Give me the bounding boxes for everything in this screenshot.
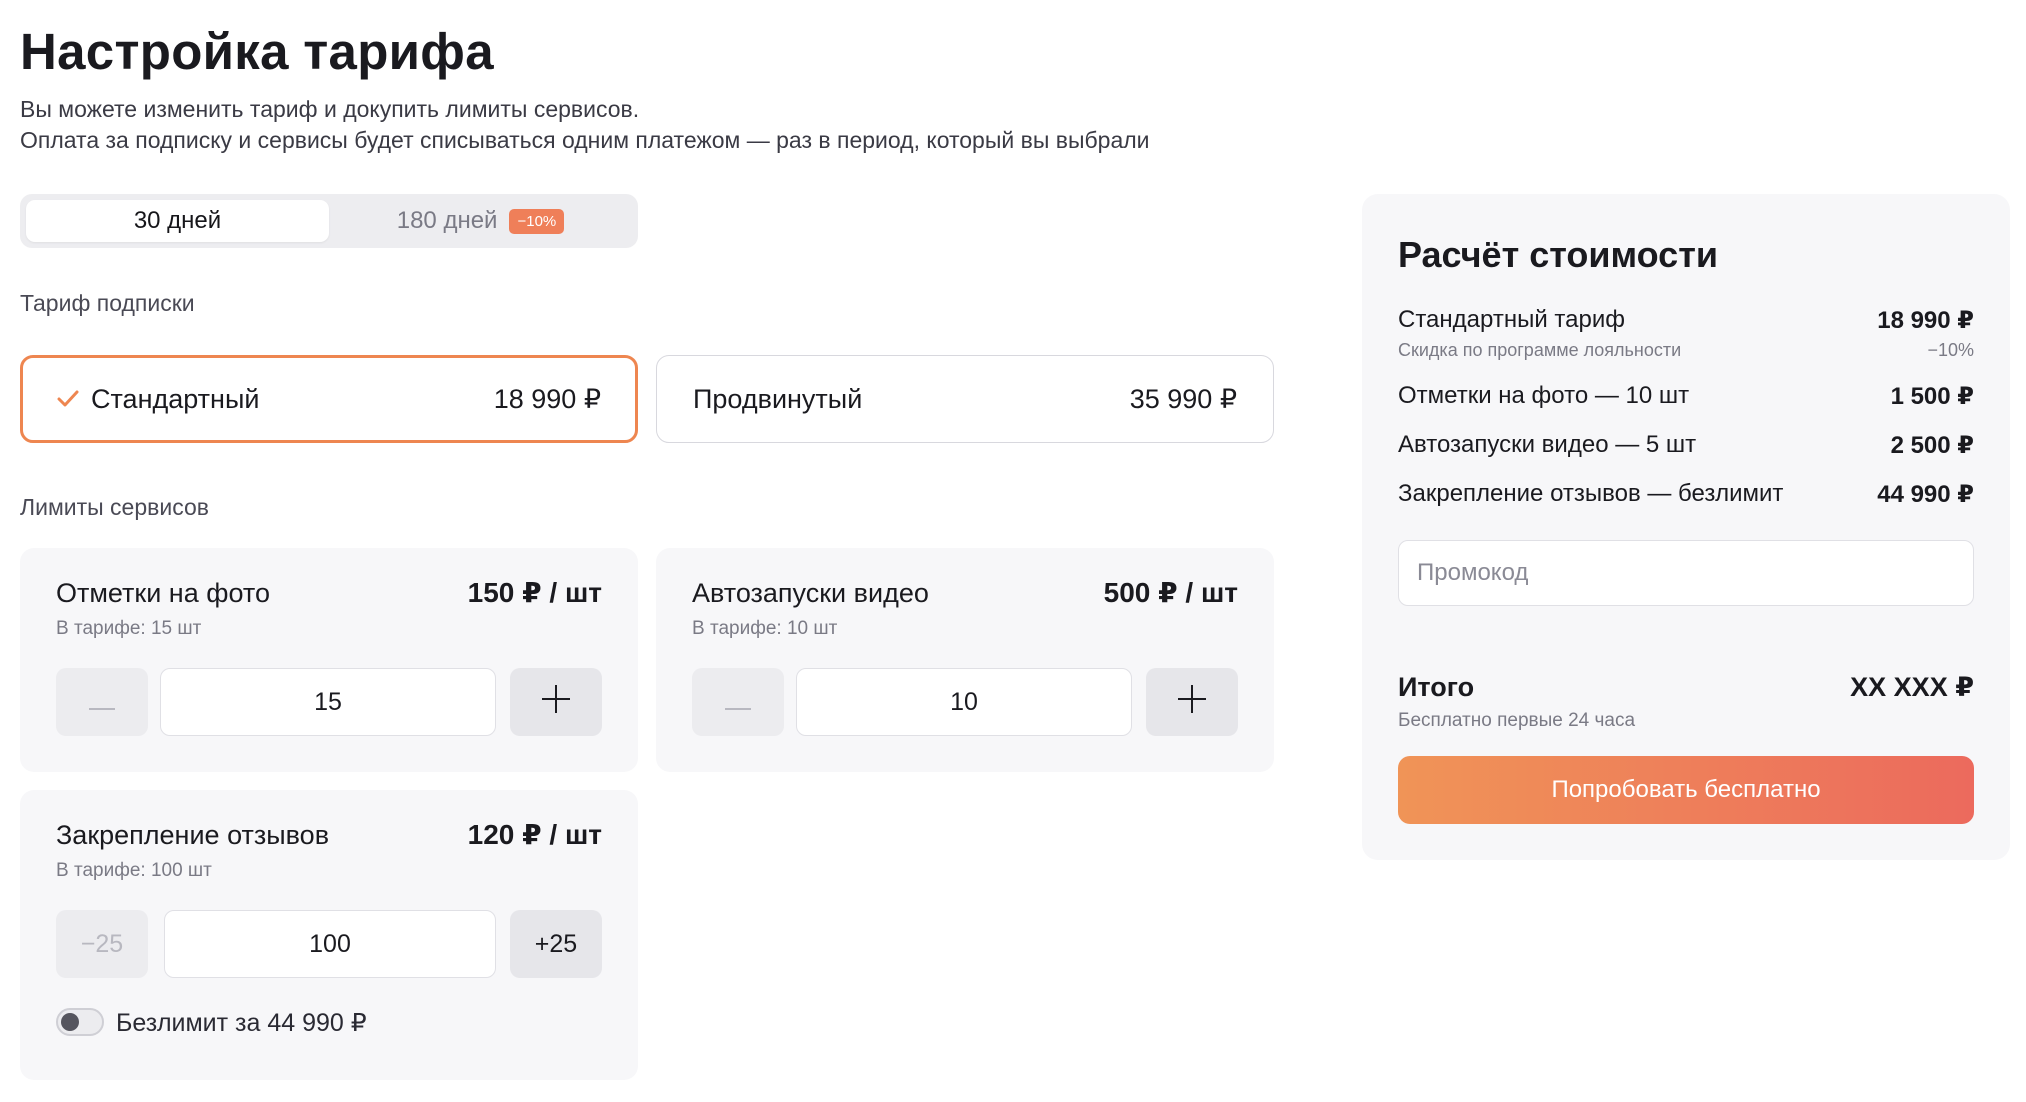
summary-title: Расчёт стоимости: [1398, 234, 1718, 275]
service-price: 500 ₽ / шт: [1103, 577, 1238, 608]
summary-row-value: 2 500 ₽: [1890, 432, 1974, 459]
plus-icon: [542, 684, 570, 720]
tariff-settings-page: Настройка тарифа Вы можете изменить тари…: [0, 0, 2026, 1102]
period-tab-180-days[interactable]: 180 дней −10%: [329, 200, 632, 242]
increment-button[interactable]: [510, 668, 602, 736]
quantity-input[interactable]: 15: [160, 668, 496, 736]
total-label: Итого: [1398, 672, 1475, 702]
period-tab-30-days[interactable]: 30 дней: [26, 200, 329, 242]
period-tab-180-label: 180 дней: [396, 207, 498, 234]
plus-icon: [1178, 684, 1206, 720]
period-switch: 30 дней 180 дней −10%: [20, 194, 638, 248]
summary-row-video-autostarts: Автозапуски видео — 5 шт 2 500 ₽: [1398, 431, 1974, 460]
subtitle-line-1: Вы можете изменить тариф и докупить лими…: [20, 96, 640, 122]
service-price: 150 ₽ / шт: [467, 577, 602, 608]
services-section-label: Лимиты сервисов: [20, 494, 209, 520]
quantity-input[interactable]: 10: [796, 668, 1132, 736]
page-title: Настройка тарифа: [20, 23, 494, 80]
increment-button[interactable]: [1146, 668, 1238, 736]
toggle-knob: [61, 1013, 79, 1031]
summary-row-label: Стандартный тариф: [1398, 306, 1625, 333]
service-price: 120 ₽ / шт: [467, 819, 602, 850]
plan-name: Продвинутый: [693, 383, 863, 414]
subtitle-line-2: Оплата за подписку и сервисы будет списы…: [20, 127, 1150, 153]
summary-row-label: Автозапуски видео — 5 шт: [1398, 431, 1697, 458]
plan-name: Стандартный: [91, 383, 260, 414]
check-icon: [57, 383, 87, 415]
try-free-button[interactable]: Попробовать бесплатно: [1398, 756, 1974, 824]
page-subtitle: Вы можете изменить тариф и докупить лими…: [20, 94, 1150, 156]
loyalty-value: −10%: [1927, 340, 1974, 360]
summary-row-photo-marks: Отметки на фото — 10 шт 1 500 ₽: [1398, 382, 1974, 411]
service-name: Отметки на фото: [56, 578, 270, 608]
unlimited-toggle[interactable]: [56, 1008, 104, 1036]
summary-row-value: 18 990 ₽: [1877, 307, 1974, 334]
loyalty-discount-row: Скидка по программе лояльности −10%: [1398, 340, 1974, 361]
total-note: Бесплатно первые 24 часа: [1398, 710, 1636, 731]
minus-icon: [725, 686, 751, 718]
summary-row-review-pins: Закрепление отзывов — безлимит 44 990 ₽: [1398, 480, 1974, 509]
service-included: В тарифе: 100 шт: [56, 860, 212, 881]
summary-row-plan: Стандартный тариф 18 990 ₽: [1398, 306, 1974, 335]
plan-card-standard[interactable]: Стандартный 18 990 ₽: [20, 355, 638, 443]
decrement-button[interactable]: [692, 668, 784, 736]
service-included: В тарифе: 10 шт: [692, 618, 838, 639]
plan-price: 18 990 ₽: [493, 383, 601, 414]
summary-row-value: 1 500 ₽: [1890, 383, 1974, 410]
service-card-video-autostarts: Автозапуски видео 500 ₽ / шт В тарифе: 1…: [656, 548, 1274, 772]
plan-price: 35 990 ₽: [1129, 383, 1237, 414]
plans-section-label: Тариф подписки: [20, 290, 195, 316]
service-name: Закрепление отзывов: [56, 820, 330, 850]
minus-icon: [89, 686, 115, 718]
summary-row-label: Отметки на фото — 10 шт: [1398, 382, 1690, 409]
promo-code-input[interactable]: [1398, 540, 1974, 606]
period-tab-30-label: 30 дней: [133, 207, 222, 234]
total-value: XX XXX ₽: [1850, 672, 1974, 702]
service-card-photo-marks: Отметки на фото 150 ₽ / шт В тарифе: 15 …: [20, 548, 638, 772]
summary-row-label: Закрепление отзывов — безлимит: [1398, 480, 1784, 507]
increment-25-button[interactable]: +25: [510, 910, 602, 978]
decrement-button[interactable]: [56, 668, 148, 736]
service-included: В тарифе: 15 шт: [56, 618, 202, 639]
cost-summary-panel: Расчёт стоимости Стандартный тариф 18 99…: [1362, 194, 2010, 860]
service-card-review-pins: Закрепление отзывов 120 ₽ / шт В тарифе:…: [20, 790, 638, 1080]
loyalty-label: Скидка по программе лояльности: [1398, 340, 1682, 360]
summary-row-value: 44 990 ₽: [1877, 481, 1974, 508]
decrement-25-button[interactable]: −25: [56, 910, 148, 978]
plan-card-advanced[interactable]: Продвинутый 35 990 ₽: [656, 355, 1274, 443]
service-name: Автозапуски видео: [692, 578, 929, 608]
quantity-input[interactable]: 100: [164, 910, 496, 978]
discount-badge: −10%: [509, 208, 565, 234]
unlimited-label: Безлимит за 44 990 ₽: [116, 1009, 367, 1037]
